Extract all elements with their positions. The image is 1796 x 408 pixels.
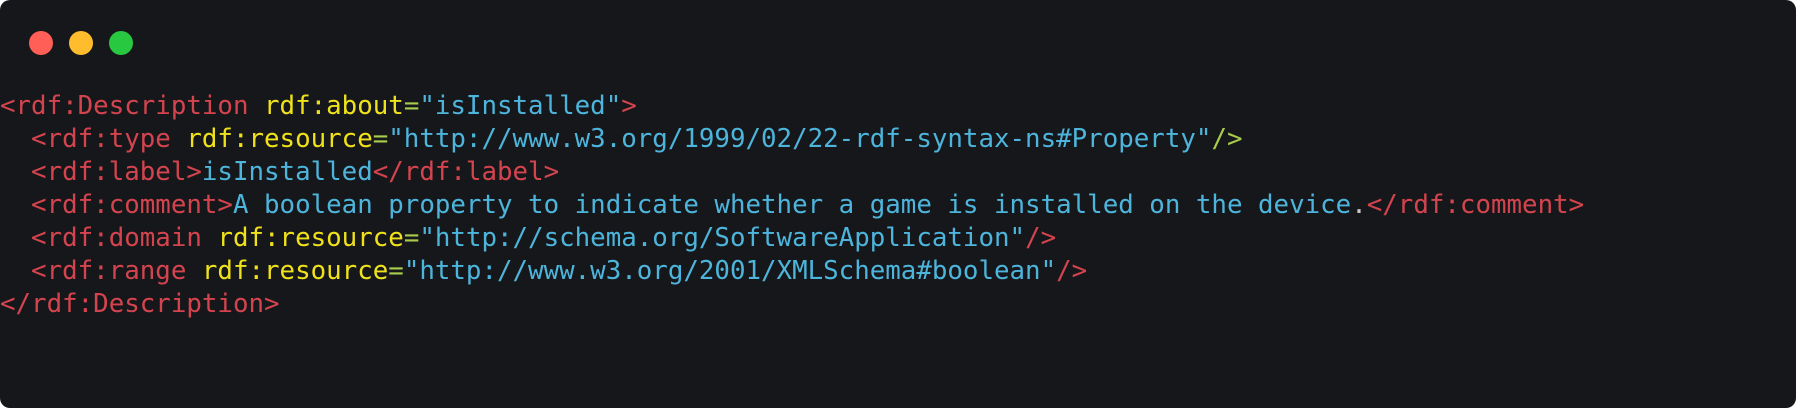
code-token-str: "isInstalled" — [419, 91, 622, 121]
maximize-button[interactable] — [109, 31, 133, 55]
code-line: </rdf:Description> — [0, 288, 1584, 321]
code-token-text: isInstalled — [201, 157, 373, 187]
code-token-eq: = — [403, 91, 420, 121]
code-token-eq: = — [372, 124, 389, 154]
code-token-attr: rdf:about — [264, 91, 404, 121]
code-token-attr: rdf:resource — [217, 223, 404, 253]
code-line: <rdf:comment>A boolean property to indic… — [0, 189, 1584, 222]
code-token-attr: rdf:resource — [201, 256, 389, 286]
code-token-punct: . — [1351, 190, 1367, 220]
code-token-eq: = — [403, 223, 420, 253]
code-token-str: "http://schema.org/SoftwareApplication" — [419, 223, 1026, 253]
minimize-button[interactable] — [69, 31, 93, 55]
code-token-tag: </rdf:label> — [372, 157, 560, 187]
code-token-selfclose: /> — [1211, 124, 1243, 154]
code-token-tag: /> — [1056, 256, 1088, 286]
code-token-tag: <rdf:comment> — [0, 190, 233, 220]
code-token-str: "http://www.w3.org/2001/XMLSchema#boolea… — [403, 256, 1057, 286]
code-token-tag: > — [621, 91, 637, 121]
code-line: <rdf:type rdf:resource="http://www.w3.or… — [0, 123, 1584, 156]
code-token-attr: rdf:resource — [186, 124, 373, 154]
close-button[interactable] — [29, 31, 53, 55]
code-token-eq: = — [388, 256, 404, 286]
code-token-tag: /> — [1025, 223, 1057, 253]
code-token-tag: </rdf:Description> — [0, 289, 280, 319]
code-token-tag: <rdf:Description — [0, 91, 265, 121]
code-line: <rdf:Description rdf:about="isInstalled"… — [0, 90, 1584, 123]
code-token-tag: <rdf:label> — [0, 157, 202, 187]
code-line: <rdf:label>isInstalled</rdf:label> — [0, 156, 1584, 189]
code-token-str: "http://www.w3.org/1999/02/22-rdf-syntax… — [388, 124, 1212, 154]
code-block: <rdf:Description rdf:about="isInstalled"… — [0, 90, 1584, 321]
code-line: <rdf:domain rdf:resource="http://schema.… — [0, 222, 1584, 255]
code-token-tag: <rdf:type — [0, 124, 187, 154]
code-line: <rdf:range rdf:resource="http://www.w3.o… — [0, 255, 1584, 288]
code-token-tag: <rdf:domain — [0, 223, 218, 253]
code-token-tag: </rdf:comment> — [1366, 190, 1585, 220]
code-token-tag: <rdf:range — [0, 256, 202, 286]
code-token-text: A boolean property to indicate whether a… — [232, 190, 1352, 220]
code-window: <rdf:Description rdf:about="isInstalled"… — [0, 0, 1796, 408]
